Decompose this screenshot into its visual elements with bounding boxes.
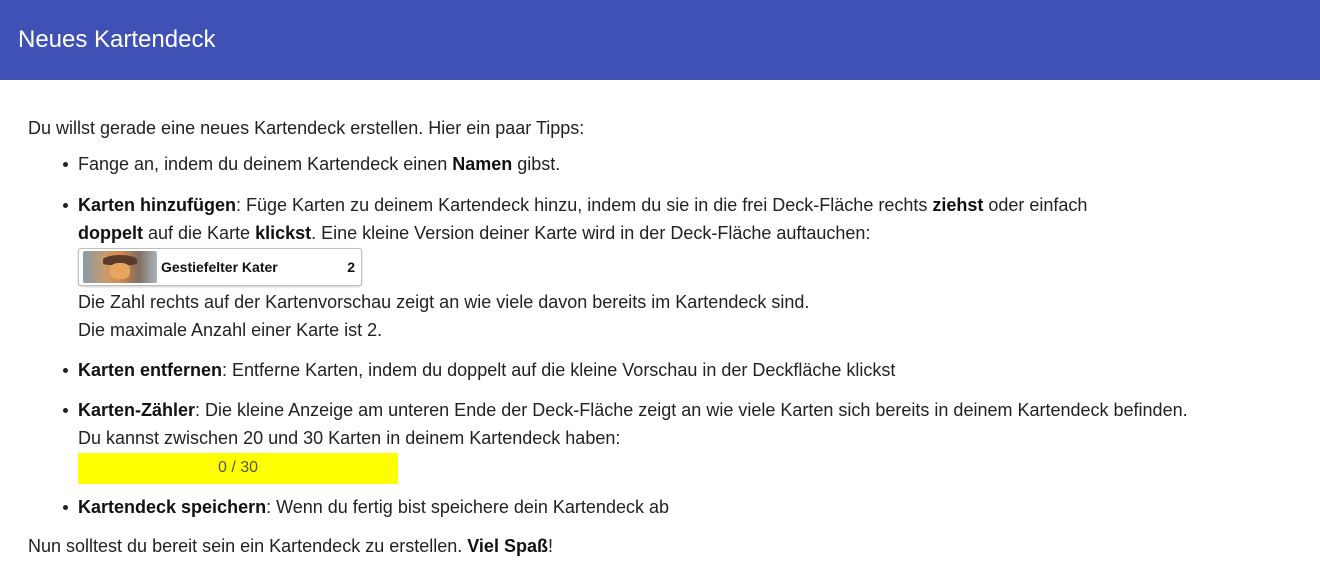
- outro-end: !: [547, 536, 553, 556]
- tip-counter-text: Karten-Zähler: Die kleine Anzeige am unt…: [78, 396, 1318, 424]
- intro-text: Du willst gerade eine neues Kartendeck e…: [28, 118, 585, 138]
- tip-card-counter: Karten-Zähler: Die kleine Anzeige am unt…: [63, 396, 1318, 484]
- tip-save-deck: Kartendeck speichern: Wenn du fertig bis…: [63, 493, 1318, 521]
- tip-add-text3: auf die Karte: [143, 223, 256, 243]
- tip-name-bold: Namen: [452, 154, 513, 174]
- tips-list: Fange an, indem du deinem Kartendeck ein…: [28, 150, 1318, 521]
- tip-remove-text: : Entferne Karten, indem du doppelt auf …: [222, 360, 896, 380]
- card-preview-name: Gestiefelter Kater: [161, 259, 278, 275]
- tip-add-title: Karten hinzufügen: [78, 195, 236, 215]
- tip-save-title: Kartendeck speichern: [78, 497, 267, 517]
- tip-counter-title: Karten-Zähler: [78, 400, 196, 420]
- dialog-title: Neues Kartendeck: [18, 25, 216, 53]
- tip-add-bold2: doppelt: [78, 223, 143, 243]
- tip-remove-title: Karten entfernen: [78, 360, 223, 380]
- dialog-content: Du willst gerade eine neues Kartendeck e…: [28, 114, 1318, 560]
- dialog-header: Neues Kartendeck: [0, 0, 1320, 80]
- card-preview-example: Gestiefelter Kater 2: [78, 248, 362, 286]
- tip-remove-cards: Karten entfernen: Entferne Karten, indem…: [63, 356, 1318, 384]
- tip-add-cards: Karten hinzufügen: Füge Karten zu deinem…: [63, 191, 1318, 344]
- tip-counter-desc: : Die kleine Anzeige am unteren Ende der…: [195, 400, 1188, 420]
- tip-add-bold3: klickst: [255, 223, 312, 243]
- tip-add-text2: oder einfach: [983, 195, 1088, 215]
- tip-add-note2: Die maximale Anzahl einer Karte ist 2.: [78, 320, 383, 340]
- outro-text: Nun solltest du bereit sein ein Kartende…: [28, 532, 1318, 560]
- tip-add-note1: Die Zahl rechts auf der Kartenvorschau z…: [78, 292, 810, 312]
- tip-name-text: Fange an, indem du deinem Kartendeck ein…: [78, 154, 453, 174]
- card-thumbnail-image: [83, 251, 157, 283]
- tip-add-bold1: ziehst: [932, 195, 984, 215]
- tip-add-text: Karten hinzufügen: Füge Karten zu deinem…: [78, 191, 1148, 247]
- tip-add-text4: . Eine kleine Version deiner Karte wird …: [311, 223, 871, 243]
- face-shape: [110, 263, 130, 279]
- outro-bold: Viel Spaß: [467, 536, 548, 556]
- tip-save-text: : Wenn du fertig bist speichere dein Kar…: [266, 497, 669, 517]
- card-preview-count: 2: [347, 259, 355, 275]
- tip-add-text1: : Füge Karten zu deinem Kartendeck hinzu…: [236, 195, 933, 215]
- tip-counter-text2: Du kannst zwischen 20 und 30 Karten in d…: [78, 428, 621, 448]
- tip-name: Fange an, indem du deinem Kartendeck ein…: [63, 150, 1318, 178]
- outro-main: Nun solltest du bereit sein ein Kartende…: [28, 536, 468, 556]
- tip-name-end: gibst.: [512, 154, 561, 174]
- card-counter-display: 0 / 30: [78, 453, 398, 484]
